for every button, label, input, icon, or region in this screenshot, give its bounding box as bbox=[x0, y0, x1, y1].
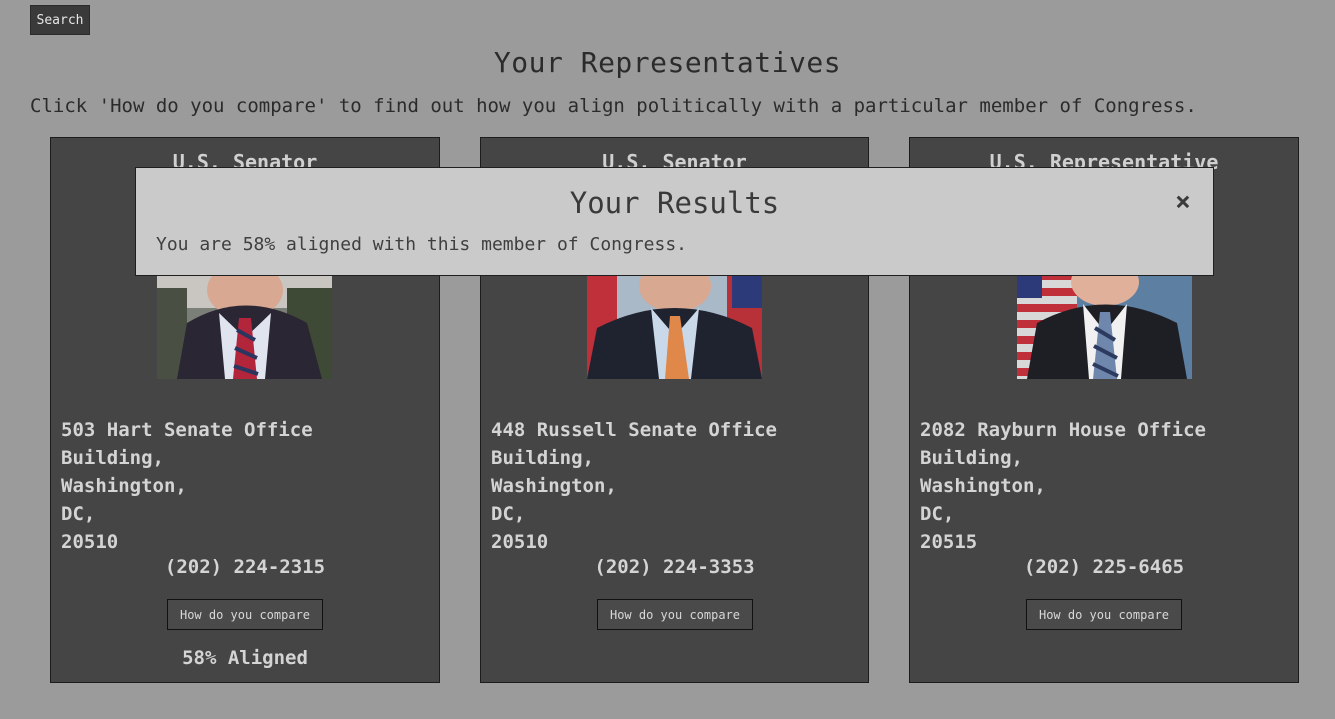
office-address: 448 Russell Senate Office Building, Wash… bbox=[491, 419, 777, 553]
page-title: Your Representatives bbox=[493, 46, 842, 79]
search-button[interactable]: Search bbox=[30, 5, 90, 35]
compare-button[interactable]: How do you compare bbox=[167, 599, 323, 630]
results-modal: Your Results × You are 58% aligned with … bbox=[135, 167, 1214, 276]
modal-title: Your Results bbox=[569, 186, 780, 220]
phone-number: (202) 225-6465 bbox=[1023, 556, 1185, 578]
phone-number: (202) 224-2315 bbox=[164, 556, 326, 578]
office-address: 2082 Rayburn House Office Building, Wash… bbox=[920, 419, 1206, 553]
office-address: 503 Hart Senate Office Building, Washing… bbox=[61, 419, 313, 553]
representative-photo bbox=[1017, 268, 1192, 379]
compare-button[interactable]: How do you compare bbox=[1026, 599, 1182, 630]
modal-result-text: You are 58% aligned with this member of … bbox=[156, 234, 688, 255]
representative-photo bbox=[157, 268, 332, 379]
compare-button[interactable]: How do you compare bbox=[597, 599, 753, 630]
phone-number: (202) 224-3353 bbox=[594, 556, 755, 578]
alignment-result: 58% Aligned bbox=[182, 647, 308, 669]
close-icon[interactable]: × bbox=[1171, 188, 1195, 216]
intro-text: Click 'How do you compare' to find out h… bbox=[30, 95, 1197, 117]
representative-photo bbox=[587, 268, 762, 379]
